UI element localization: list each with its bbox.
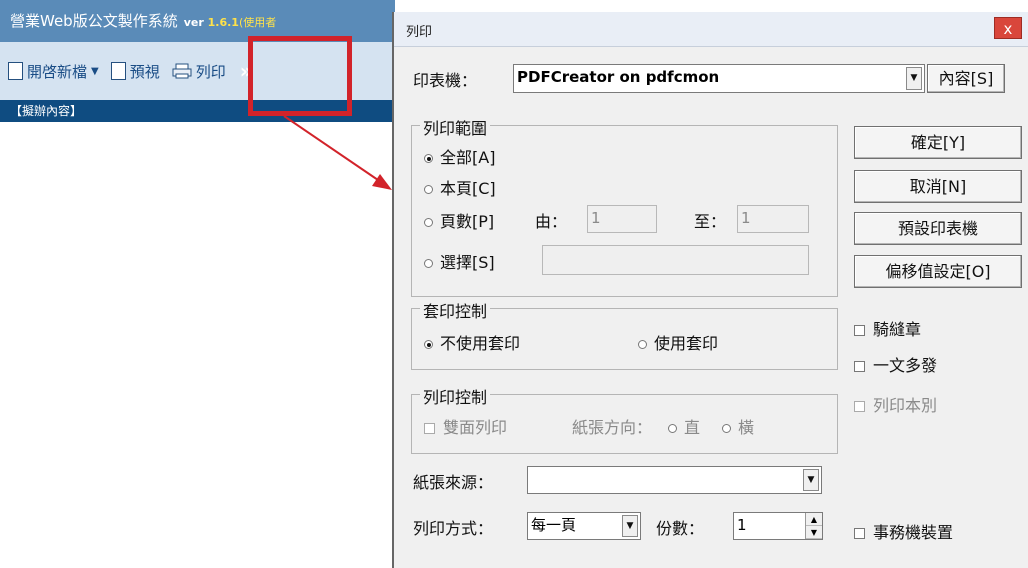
- seal-checkbox[interactable]: 騎縫章: [854, 316, 921, 340]
- app-version: ver 1.6.1: [183, 16, 239, 29]
- mfp-checkbox[interactable]: 事務機裝置: [854, 519, 953, 543]
- print-dialog: 列印 x 印表機： PDFCreator on pdfcmon ▼ 內容[S] …: [392, 12, 1028, 568]
- dialog-title: 列印: [406, 25, 433, 40]
- chevron-down-icon[interactable]: ▼: [906, 67, 922, 90]
- radio-off-icon: [638, 340, 647, 349]
- app-user-label: (使用者: [238, 16, 277, 29]
- copies-input[interactable]: 1 ▲ ▼: [733, 512, 823, 540]
- default-printer-button[interactable]: 預設印表機: [854, 212, 1022, 245]
- new-file-button[interactable]: 開啓新檔 ▼: [8, 61, 99, 82]
- spin-up-icon[interactable]: ▲: [806, 513, 822, 526]
- radio-off-icon: [668, 424, 677, 433]
- paper-source-select[interactable]: ▼: [527, 466, 822, 494]
- checkbox-icon: [854, 528, 865, 539]
- selection-input[interactable]: [542, 245, 809, 275]
- ok-button[interactable]: 確定[Y]: [854, 126, 1022, 159]
- preview-button[interactable]: 預視: [110, 61, 160, 82]
- close-button[interactable]: x: [994, 17, 1022, 39]
- overprint-legend: 套印控制: [420, 298, 491, 322]
- print-mode-label: 列印方式：: [413, 519, 494, 538]
- checkbox-icon: [424, 423, 435, 434]
- multi-send-checkbox[interactable]: 一文多發: [854, 352, 937, 376]
- caret-down-icon: ▼: [91, 65, 99, 77]
- checkbox-icon: [854, 361, 865, 372]
- dialog-title-bar: 列印 x: [394, 12, 1028, 47]
- printer-value: PDFCreator on pdfcmon: [517, 68, 720, 86]
- printer-label: 印表機：: [413, 71, 478, 90]
- to-label: 至：: [694, 212, 727, 231]
- properties-button[interactable]: 內容[S]: [927, 64, 1005, 93]
- range-current-radio[interactable]: 本頁[C]: [424, 175, 496, 199]
- to-page-input[interactable]: 1: [737, 205, 809, 233]
- range-selection-radio[interactable]: 選擇[S]: [424, 249, 495, 273]
- use-overprint-radio[interactable]: 使用套印: [638, 330, 718, 354]
- print-range-legend: 列印範圍: [420, 115, 491, 139]
- range-pages-radio[interactable]: 頁數[P]: [424, 208, 494, 232]
- new-file-label: 開啓新檔: [27, 62, 88, 81]
- copies-spinner[interactable]: ▲ ▼: [805, 513, 822, 539]
- preview-icon: [110, 62, 126, 80]
- preview-label: 預視: [129, 62, 160, 81]
- checkbox-icon: [854, 401, 865, 412]
- landscape-radio[interactable]: 橫: [722, 414, 754, 438]
- radio-on-icon: [424, 154, 433, 163]
- print-mode-select[interactable]: 每一頁 ▼: [527, 512, 641, 540]
- printer-icon: [172, 63, 192, 79]
- chevron-down-icon[interactable]: ▼: [803, 469, 819, 491]
- checkbox-icon: [854, 325, 865, 336]
- print-label: 列印: [195, 62, 226, 81]
- copies-value: 1: [737, 516, 747, 534]
- offset-settings-button[interactable]: 偏移值設定[O]: [854, 255, 1022, 288]
- from-page-input[interactable]: 1: [587, 205, 657, 233]
- radio-off-icon: [424, 259, 433, 268]
- cancel-button[interactable]: 取消[N]: [854, 170, 1022, 203]
- radio-off-icon: [722, 424, 731, 433]
- print-button[interactable]: 列印: [172, 61, 226, 82]
- paper-source-label: 紙張來源：: [413, 473, 494, 492]
- radio-off-icon: [424, 185, 433, 194]
- no-overprint-radio[interactable]: 不使用套印: [424, 330, 520, 354]
- document-icon: [8, 62, 23, 80]
- chevron-down-icon[interactable]: ▼: [622, 515, 638, 537]
- orientation-label: 紙張方向：: [572, 418, 653, 437]
- radio-off-icon: [424, 218, 433, 227]
- print-mode-value: 每一頁: [531, 516, 577, 534]
- copies-label: 份數：: [656, 519, 705, 538]
- portrait-radio[interactable]: 直: [668, 414, 700, 438]
- app-title: 營業Web版公文製作系統: [10, 12, 178, 30]
- print-control-legend: 列印控制: [420, 384, 491, 408]
- duplex-checkbox[interactable]: 雙面列印: [424, 414, 507, 438]
- highlight-box: [248, 36, 352, 116]
- print-copy-checkbox[interactable]: 列印本別: [854, 392, 937, 416]
- range-all-radio[interactable]: 全部[A]: [424, 144, 495, 168]
- spin-down-icon[interactable]: ▼: [806, 526, 822, 539]
- printer-select[interactable]: PDFCreator on pdfcmon ▼: [513, 64, 925, 93]
- from-label: 由：: [535, 212, 568, 231]
- radio-on-icon: [424, 340, 433, 349]
